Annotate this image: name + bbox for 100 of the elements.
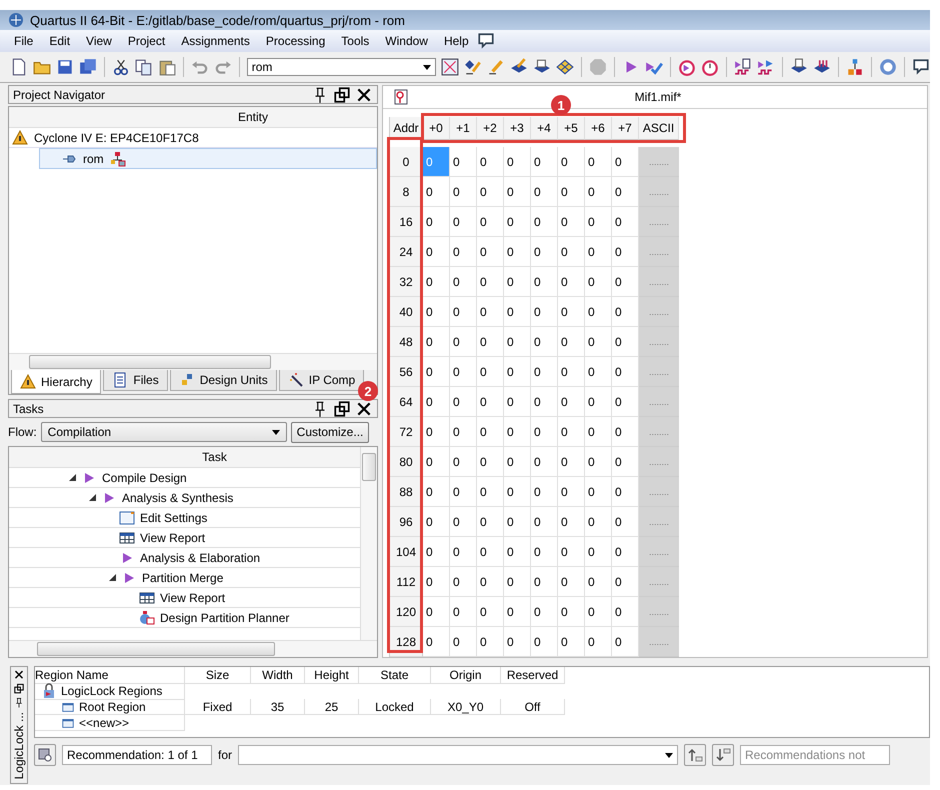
data-cell[interactable]: 0 xyxy=(477,237,504,267)
save-all-icon[interactable] xyxy=(78,58,97,76)
data-cell[interactable]: 0 xyxy=(504,387,531,417)
menu-item[interactable]: View xyxy=(78,32,120,50)
recommendation-field[interactable]: Recommendation: 1 of 1 xyxy=(62,745,212,765)
move-up-button[interactable] xyxy=(684,744,706,766)
region-name[interactable]: LogicLock Regions xyxy=(61,684,162,698)
data-cell[interactable]: 0 xyxy=(558,567,585,597)
horizontal-scrollbar[interactable] xyxy=(9,640,377,657)
move-down-button[interactable] xyxy=(712,744,734,766)
horizontal-scrollbar[interactable] xyxy=(9,353,377,370)
data-cell[interactable]: 0 xyxy=(423,627,450,657)
data-cell[interactable]: 0 xyxy=(423,387,450,417)
expand-arrow[interactable] xyxy=(69,474,76,481)
paste-icon[interactable] xyxy=(158,58,176,76)
data-cell[interactable]: 0 xyxy=(531,357,558,387)
panel-tab[interactable]: Files xyxy=(103,370,168,391)
data-cell[interactable]: 0 xyxy=(504,327,531,357)
data-cell[interactable]: 0 xyxy=(477,207,504,237)
data-cell[interactable]: 0 xyxy=(504,627,531,657)
data-cell[interactable]: 0 xyxy=(450,447,477,477)
data-cell[interactable]: 0 xyxy=(558,177,585,207)
data-cell[interactable]: 0 xyxy=(477,387,504,417)
data-cell[interactable]: 0 xyxy=(585,447,612,477)
data-cell[interactable]: 0 xyxy=(531,447,558,477)
simulation-icon[interactable] xyxy=(734,58,752,76)
data-cell[interactable]: 0 xyxy=(558,147,585,177)
data-cell[interactable]: 0 xyxy=(558,327,585,357)
data-cell[interactable]: 0 xyxy=(423,297,450,327)
data-cell[interactable]: 0 xyxy=(558,297,585,327)
data-cell[interactable]: 0 xyxy=(558,207,585,237)
task-item[interactable]: Analysis & Elaboration xyxy=(140,550,260,564)
data-cell[interactable]: 0 xyxy=(585,297,612,327)
recommendations-field[interactable]: Recommendations not xyxy=(740,745,890,765)
data-cell[interactable]: 0 xyxy=(423,507,450,537)
copy-icon[interactable] xyxy=(134,58,153,76)
data-cell[interactable]: 0 xyxy=(504,507,531,537)
pin-pencil-icon[interactable] xyxy=(464,58,482,76)
task-item[interactable]: Compile Design xyxy=(102,470,187,484)
data-cell[interactable]: 0 xyxy=(531,477,558,507)
data-cell[interactable]: 0 xyxy=(531,387,558,417)
restore-icon[interactable] xyxy=(333,400,351,418)
task-item[interactable]: View Report xyxy=(140,530,206,544)
data-cell[interactable]: 0 xyxy=(504,237,531,267)
panel-tab[interactable]: IP Comp xyxy=(278,370,364,391)
data-cell[interactable]: 0 xyxy=(477,147,504,177)
chip-planner-icon[interactable] xyxy=(441,58,460,76)
data-cell[interactable]: 0 xyxy=(531,627,558,657)
data-cell[interactable]: 0 xyxy=(477,627,504,657)
data-cell[interactable]: 0 xyxy=(504,597,531,627)
data-cell[interactable]: 0 xyxy=(450,327,477,357)
data-cell[interactable]: 0 xyxy=(450,627,477,657)
data-cell[interactable]: 0 xyxy=(423,597,450,627)
data-cell[interactable]: 0 xyxy=(450,297,477,327)
data-cell[interactable]: 0 xyxy=(477,357,504,387)
data-cell[interactable]: 0 xyxy=(531,537,558,567)
data-cell[interactable]: 0 xyxy=(504,147,531,177)
data-cell[interactable]: 0 xyxy=(504,567,531,597)
data-cell[interactable]: 0 xyxy=(585,507,612,537)
data-cell[interactable]: 0 xyxy=(450,267,477,297)
data-cell[interactable]: 0 xyxy=(531,567,558,597)
data-cell[interactable]: 0 xyxy=(423,417,450,447)
data-cell[interactable]: 0 xyxy=(531,507,558,537)
feedback-icon[interactable] xyxy=(476,32,495,50)
data-cell[interactable]: 0 xyxy=(585,177,612,207)
expand-arrow[interactable] xyxy=(109,574,116,581)
project-dropdown[interactable]: rom xyxy=(246,58,436,76)
vertical-scrollbar[interactable] xyxy=(360,447,377,640)
task-item[interactable]: Partition Merge xyxy=(142,570,224,584)
data-cell[interactable]: 0 xyxy=(504,207,531,237)
timer-icon[interactable] xyxy=(678,58,696,76)
data-cell[interactable]: 0 xyxy=(450,207,477,237)
data-cell[interactable]: 0 xyxy=(558,477,585,507)
data-cell[interactable]: 0 xyxy=(504,447,531,477)
data-cell[interactable]: 0 xyxy=(477,267,504,297)
tree-item[interactable]: rom xyxy=(39,148,377,169)
data-cell[interactable]: 0 xyxy=(450,537,477,567)
menu-item[interactable]: Tools xyxy=(333,32,378,50)
data-cell[interactable]: 0 xyxy=(531,327,558,357)
data-cell[interactable]: 0 xyxy=(558,627,585,657)
netlist-icon[interactable] xyxy=(846,58,864,76)
data-cell[interactable]: 0 xyxy=(450,237,477,267)
data-cell[interactable]: 0 xyxy=(504,357,531,387)
menu-item[interactable]: File xyxy=(6,32,42,50)
simulation-run-icon[interactable] xyxy=(757,58,776,76)
data-cell[interactable]: 0 xyxy=(504,417,531,447)
data-cell[interactable]: 0 xyxy=(423,477,450,507)
data-cell[interactable]: 0 xyxy=(423,207,450,237)
expand-arrow[interactable] xyxy=(89,494,96,501)
data-cell[interactable]: 0 xyxy=(531,237,558,267)
data-cell[interactable]: 0 xyxy=(423,447,450,477)
data-cell[interactable]: 0 xyxy=(504,477,531,507)
data-cell[interactable]: 0 xyxy=(504,177,531,207)
data-cell[interactable]: 0 xyxy=(558,267,585,297)
data-cell[interactable]: 0 xyxy=(558,237,585,267)
data-cell[interactable]: 0 xyxy=(423,327,450,357)
task-item[interactable]: Edit Settings xyxy=(140,510,208,524)
data-cell[interactable]: 0 xyxy=(585,147,612,177)
restore-icon[interactable] xyxy=(333,86,351,104)
menu-item[interactable]: Window xyxy=(377,32,436,50)
